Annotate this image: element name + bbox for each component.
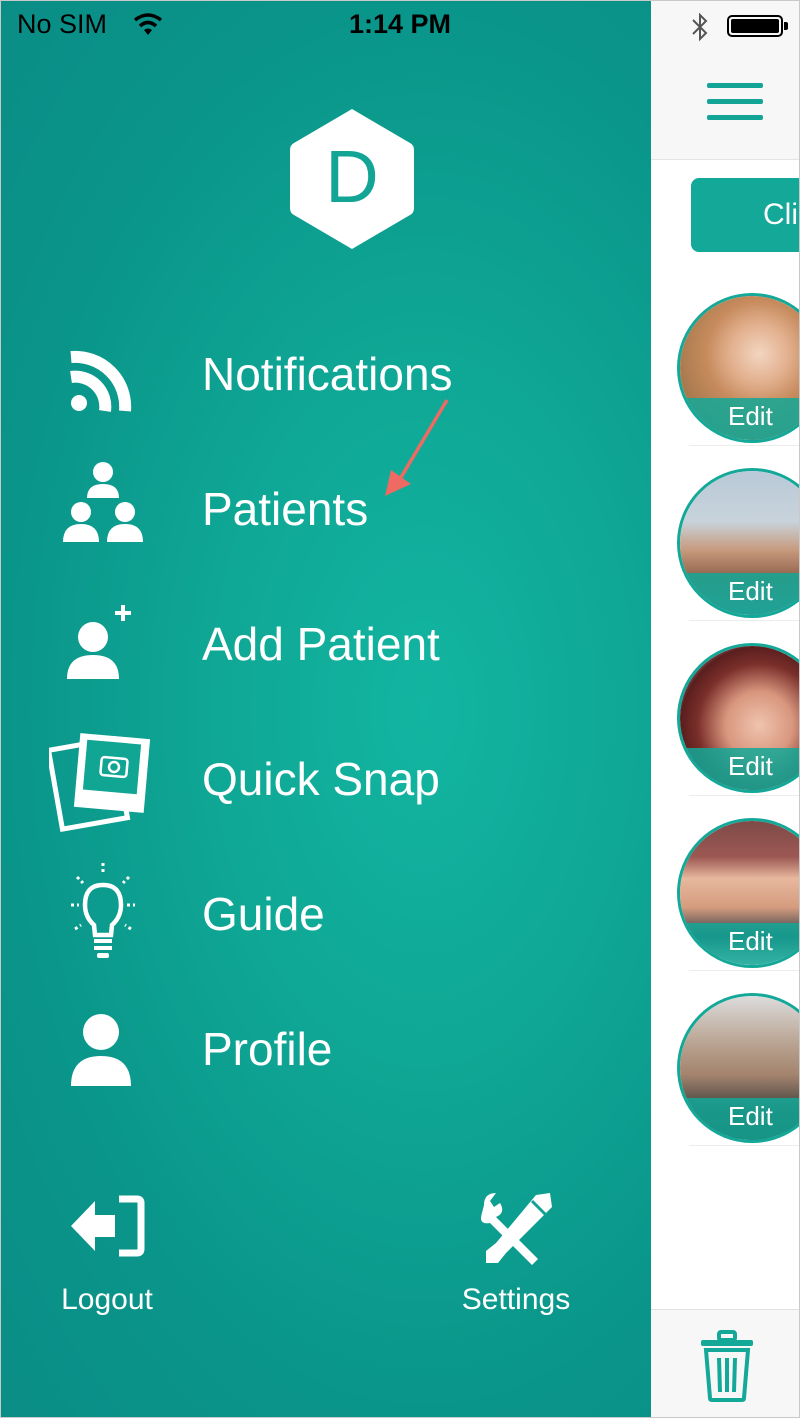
wifi-icon — [133, 13, 163, 35]
edit-avatar-button[interactable]: Edit — [680, 573, 799, 615]
lightbulb-icon — [71, 863, 135, 958]
app-logo: D — [286, 105, 418, 253]
settings-button[interactable]: Settings — [416, 1191, 616, 1331]
menu-item-notifications[interactable]: Notifications — [1, 314, 651, 434]
edit-avatar-button[interactable]: Edit — [680, 398, 799, 440]
logout-icon — [71, 1195, 145, 1257]
bottom-toolbar — [651, 1309, 799, 1417]
hamburger-menu-icon[interactable] — [707, 83, 763, 123]
user-icon — [71, 1014, 131, 1086]
camera-photos-icon — [49, 733, 151, 833]
patient-avatar[interactable]: Edit — [677, 993, 799, 1143]
menu-label-patients: Patients — [202, 483, 369, 535]
patient-row[interactable]: Edit — [677, 971, 799, 1146]
patient-avatar[interactable]: Edit — [677, 293, 799, 443]
settings-tools-icon — [481, 1193, 552, 1265]
patients-group-icon — [63, 462, 143, 542]
main-content-pane: Cli Edit Edit Edit Edit Edit — [651, 1, 799, 1417]
app-screen: Cli Edit Edit Edit Edit Edit No SIM 1:14… — [0, 0, 800, 1418]
annotation-arrow-icon — [385, 399, 449, 496]
menu-item-quick-snap[interactable]: Quick Snap — [1, 719, 651, 839]
logout-label: Logout — [61, 1283, 153, 1316]
add-patient-icon — [67, 605, 131, 679]
carrier-label: No SIM — [17, 9, 108, 39]
status-bar: No SIM 1:14 PM — [1, 1, 651, 53]
patient-row[interactable]: Edit — [677, 446, 799, 621]
menu-label-quick-snap: Quick Snap — [202, 753, 440, 805]
edit-avatar-button[interactable]: Edit — [680, 1098, 799, 1140]
menu-item-add-patient[interactable]: Add Patient — [1, 584, 651, 704]
settings-label: Settings — [461, 1283, 571, 1316]
patient-row[interactable]: Edit — [677, 621, 799, 796]
logout-button[interactable]: Logout — [7, 1191, 207, 1331]
logo-letter: D — [325, 135, 379, 218]
patient-avatar[interactable]: Edit — [677, 818, 799, 968]
rss-icon — [70, 350, 132, 412]
patient-avatar[interactable]: Edit — [677, 468, 799, 618]
menu-label-notifications: Notifications — [202, 348, 453, 400]
bluetooth-icon — [692, 12, 708, 42]
clock: 1:14 PM — [349, 9, 452, 39]
menu-label-guide: Guide — [202, 888, 325, 940]
edit-avatar-button[interactable]: Edit — [680, 923, 799, 965]
trash-icon[interactable] — [699, 1330, 755, 1402]
patient-row[interactable]: Edit — [677, 796, 799, 971]
menu-item-guide[interactable]: Guide — [1, 854, 651, 974]
battery-icon — [727, 15, 788, 37]
menu-item-patients[interactable]: Patients — [1, 449, 651, 569]
menu-label-add-patient: Add Patient — [202, 618, 440, 670]
menu-label-profile: Profile — [202, 1023, 333, 1075]
clinic-button[interactable]: Cli — [691, 178, 799, 252]
edit-avatar-button[interactable]: Edit — [680, 748, 799, 790]
patient-avatar[interactable]: Edit — [677, 643, 799, 793]
patient-row[interactable]: Edit — [677, 271, 799, 446]
menu-item-profile[interactable]: Profile — [1, 989, 651, 1109]
side-drawer: No SIM 1:14 PM D Notifications Patients … — [1, 1, 651, 1417]
top-bar — [651, 1, 799, 160]
